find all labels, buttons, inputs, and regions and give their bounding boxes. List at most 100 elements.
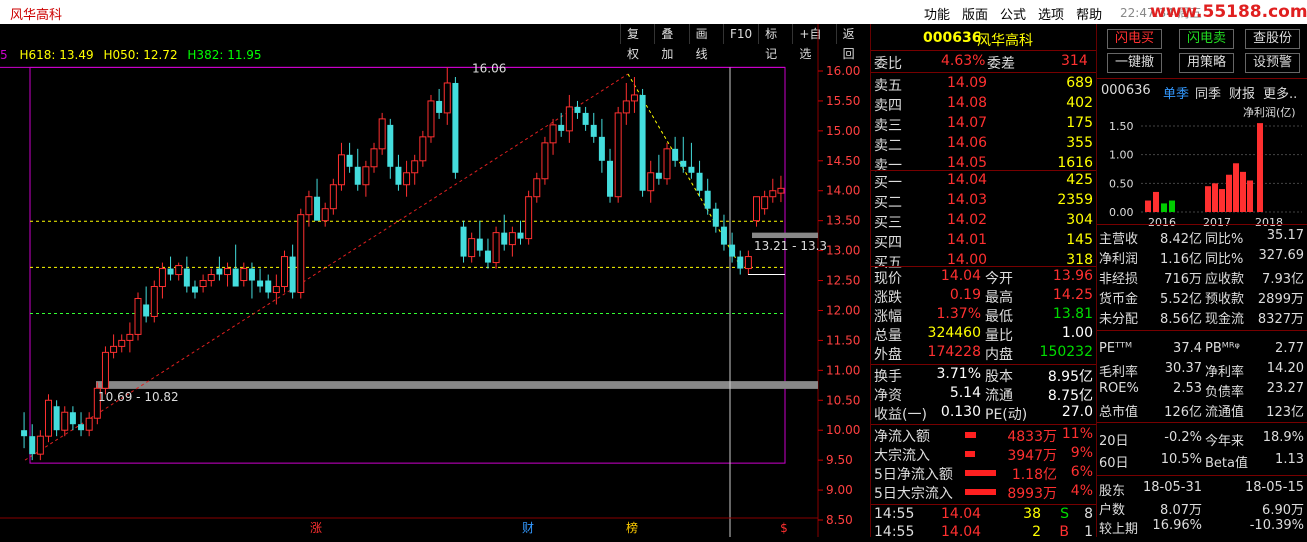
candle-body	[744, 256, 752, 270]
quote-panel: 000636 风华高科 委比 4.63% 委差 314 卖五 14.09 689 卖四 14.08 4…	[870, 24, 1097, 540]
candle-body	[655, 172, 662, 179]
candle-body	[362, 166, 370, 186]
divider	[1097, 475, 1307, 476]
high-label: 16.06	[472, 61, 506, 75]
mini-bar	[1212, 183, 1218, 212]
tick-time: 14:55	[874, 506, 915, 522]
fin-value: 1.16亿	[1160, 252, 1202, 267]
ask-price: 14.08	[947, 95, 988, 111]
fin-tab-3[interactable]: 更多..	[1263, 83, 1297, 102]
fin-tab-1[interactable]: 同季	[1195, 83, 1221, 102]
event-marker: 榜	[626, 520, 638, 535]
event-marker: 涨	[310, 520, 322, 535]
trade-button-1[interactable]: 闪电卖	[1179, 29, 1234, 49]
y-tick-label: 13.50	[826, 214, 860, 228]
candle-body	[549, 124, 557, 144]
stat-value: 13.96	[1052, 268, 1093, 284]
candle-body	[565, 106, 573, 132]
fin-value: 716万	[1164, 272, 1202, 287]
menu-function[interactable]: 功能	[924, 4, 950, 23]
candle-body	[207, 274, 215, 282]
stat-value: 3.71%	[936, 366, 981, 382]
fin-value: 6.90万	[1262, 503, 1304, 518]
resistance-band	[752, 232, 818, 239]
flow-label: 5日大宗流入	[874, 486, 953, 502]
candle-body	[248, 268, 255, 281]
bid-row: 买三 14.02 304	[871, 212, 1097, 231]
y-tick-label: 14.50	[826, 154, 860, 168]
trade-button-0[interactable]: 闪电买	[1107, 29, 1162, 49]
trade-button-4[interactable]: 用策略	[1179, 53, 1234, 73]
trade-button-2[interactable]: 查股份	[1245, 29, 1300, 49]
flow-pct: 4%	[1070, 483, 1093, 499]
y-tick-label: 9.50	[826, 453, 853, 467]
trade-button-5[interactable]: 设预警	[1245, 53, 1300, 73]
flow-row: 5日大宗流入 8993万 4%	[871, 483, 1097, 502]
mini-ytick: 0.00	[1109, 206, 1134, 219]
fin-value: -0.2%	[1164, 430, 1202, 445]
weibi-value: 4.63%	[941, 53, 986, 69]
fin-label: 毛利率	[1099, 365, 1139, 380]
stat-label: 涨幅	[874, 309, 902, 325]
flow-value: 3947万	[1007, 448, 1057, 464]
candle-body	[411, 160, 419, 174]
candle-body	[777, 187, 785, 194]
flow-value: 4833万	[1007, 429, 1057, 445]
ask-row: 卖三 14.07 175	[871, 115, 1097, 134]
menu-layout[interactable]: 版面	[962, 4, 988, 23]
fin-tab-0[interactable]: 单季	[1163, 83, 1189, 102]
kline-chart-area[interactable]: 5 H618: 13.49 H050: 12.72 H382: 11.95 复权…	[0, 24, 870, 537]
candle-body	[704, 190, 711, 209]
ask-row: 卖五 14.09 689	[871, 75, 1097, 94]
candle-body	[598, 136, 605, 161]
fin-label: PEᵀᵀᴹ	[1099, 341, 1133, 356]
candle-body	[680, 160, 687, 167]
candle-body	[761, 196, 769, 210]
fin-tab-2[interactable]: 财报	[1229, 83, 1255, 102]
event-marker: $	[780, 521, 788, 535]
candle-body	[403, 172, 411, 186]
mini-chart-ylabel: 净利润(亿)	[1243, 105, 1296, 119]
candle-body	[395, 166, 402, 185]
stat-label: 最低	[985, 309, 1013, 325]
app-title: 风华高科	[10, 8, 63, 23]
ask-price: 14.07	[947, 115, 988, 131]
stat2-row: 收益(一) 0.130 PE(动) 27.0	[871, 404, 1097, 423]
candle-body	[769, 190, 777, 198]
candle-body	[61, 411, 69, 431]
menu-formula[interactable]: 公式	[1000, 4, 1026, 23]
bid-label: 买二	[874, 195, 902, 211]
fin-label: 应收款	[1205, 272, 1245, 287]
fin-label: Beta值	[1205, 456, 1248, 471]
mini-bar	[1161, 203, 1167, 212]
bid-label: 买四	[874, 235, 902, 251]
weicha-value: 314	[1061, 53, 1088, 69]
fin-code: 000636	[1101, 83, 1151, 98]
ask-volume: 689	[1066, 75, 1093, 91]
fin-row: 60日 10.5% Beta值 1.13	[1097, 451, 1307, 471]
candle-body	[29, 436, 36, 455]
tick-row: 14:55 14.04 38 S 8	[871, 506, 1097, 524]
fin-label: 20日	[1099, 434, 1129, 449]
title-bar: 风华高科 功能 版面 公式 选项 帮助 22:47:34 周五 www.5518…	[0, 0, 1307, 24]
candle-body	[607, 160, 614, 197]
fin-row: 非经损 716万 应收款 7.93亿	[1097, 267, 1307, 287]
ask-price: 14.09	[947, 75, 988, 91]
flow-row: 净流入额 4833万 11%	[871, 426, 1097, 445]
fin-row: 净利润 1.16亿 同比% 327.69	[1097, 247, 1307, 267]
fin-value: 2899万	[1257, 292, 1304, 307]
menu-help[interactable]: 帮助	[1076, 4, 1102, 23]
y-tick-label: 12.00	[826, 303, 860, 317]
profit-mini-chart: 净利润(亿)1.501.000.500.002016 2017 2018	[1109, 105, 1302, 229]
stat-label: 换手	[874, 369, 902, 385]
trade-button-3[interactable]: 一键撤	[1107, 53, 1162, 73]
weibi-label: 委比	[874, 56, 902, 72]
divider	[871, 50, 1097, 51]
mini-bar	[1240, 171, 1246, 212]
fin-label: 主营收	[1099, 232, 1139, 247]
stat-label: 流通	[985, 388, 1013, 404]
mini-bar	[1145, 200, 1151, 212]
candle-body	[484, 250, 491, 263]
menu-options[interactable]: 选项	[1038, 4, 1064, 23]
candle-body	[150, 286, 158, 317]
